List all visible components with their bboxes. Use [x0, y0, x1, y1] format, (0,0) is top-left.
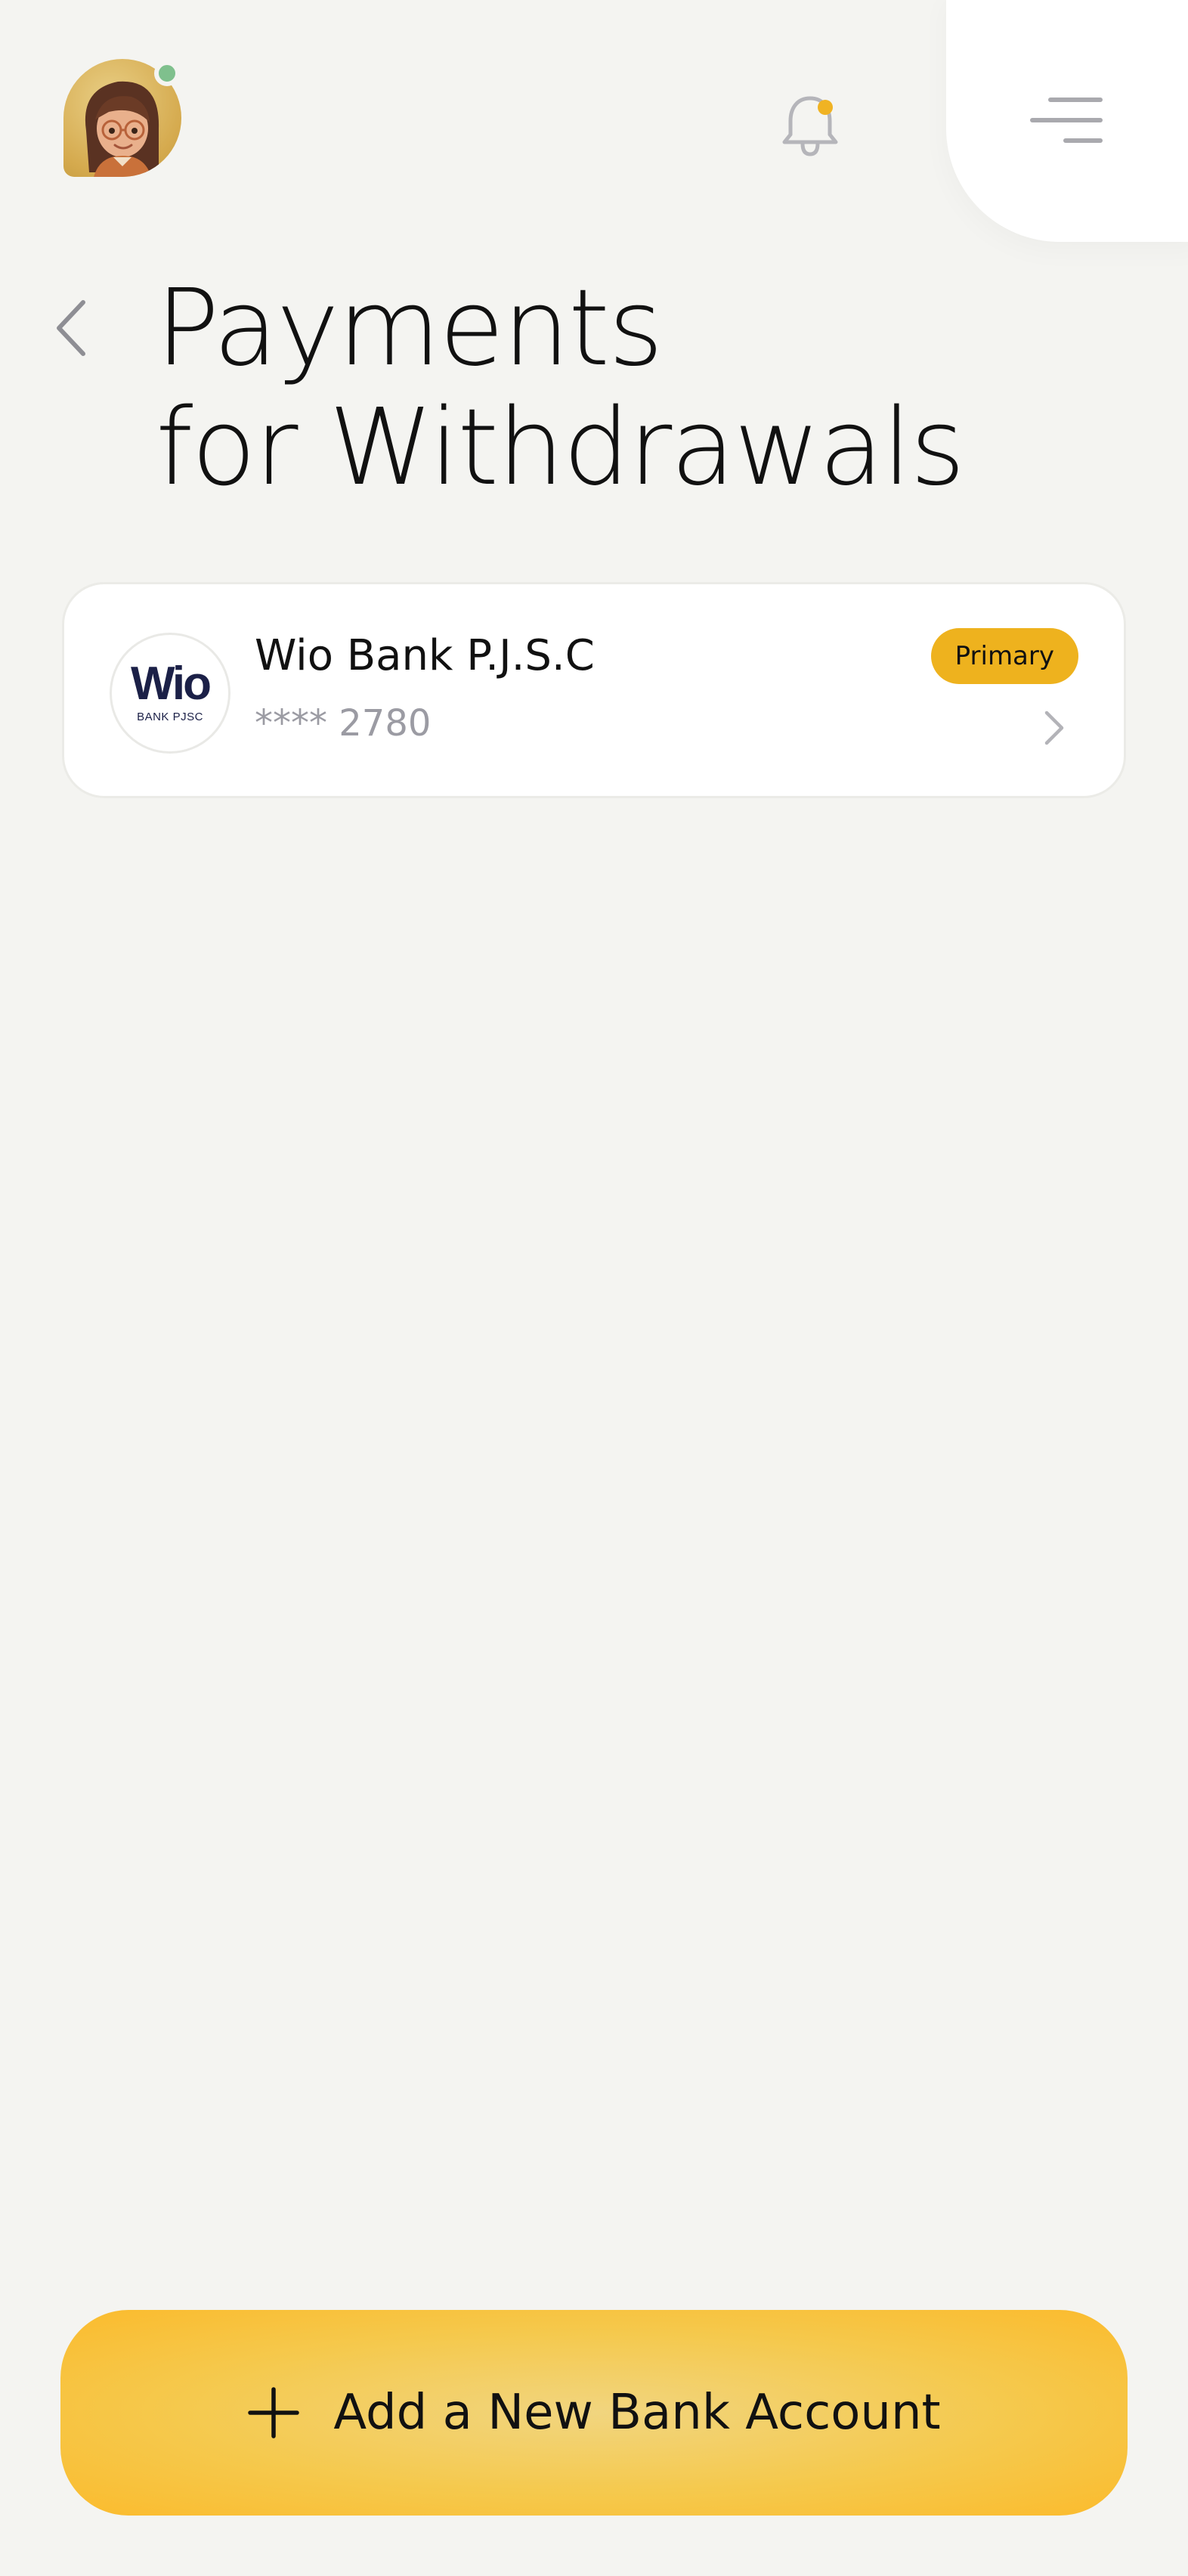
notification-dot — [818, 100, 833, 115]
payments-screen: Payments for Withdrawals Wio BANK PJSC W… — [0, 0, 1188, 2576]
primary-badge: Primary — [930, 628, 1078, 684]
add-bank-account-label: Add a New Bank Account — [333, 2385, 941, 2441]
menu-icon[interactable] — [1029, 94, 1105, 147]
plus-icon — [248, 2387, 300, 2438]
masked-account-number: **** 2780 — [255, 702, 432, 745]
online-status-dot — [154, 60, 180, 86]
bell-icon[interactable] — [777, 91, 843, 159]
chevron-left-icon[interactable] — [51, 296, 94, 360]
chevron-right-icon — [1044, 711, 1064, 745]
bank-account-card[interactable]: Wio BANK PJSC Wio Bank P.J.S.C **** 2780… — [62, 582, 1126, 798]
bank-logo-text: Wio — [130, 658, 212, 710]
page-title-line2: for Withdrawals — [156, 386, 965, 509]
page-title-line1: Payments — [156, 267, 664, 390]
bank-name: Wio Bank P.J.S.C — [255, 631, 595, 680]
bank-logo: Wio BANK PJSC — [110, 633, 230, 754]
bank-logo-subtext: BANK PJSC — [137, 711, 203, 723]
add-bank-account-button[interactable]: Add a New Bank Account — [60, 2310, 1128, 2516]
page-title: Payments for Withdrawals — [156, 269, 1063, 508]
